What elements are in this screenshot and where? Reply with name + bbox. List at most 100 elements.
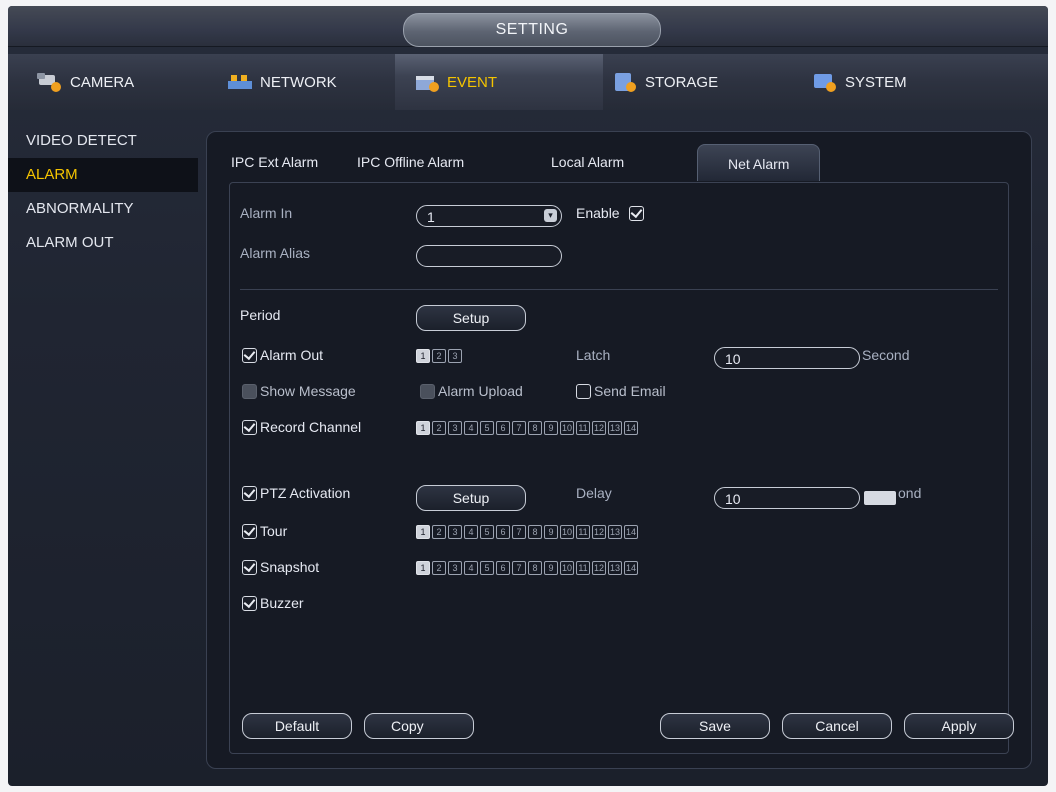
record-channel-4[interactable]: 4 xyxy=(464,421,478,435)
send-email-check-icon xyxy=(576,383,591,399)
record-channel-9[interactable]: 9 xyxy=(544,421,558,435)
record-channel-10[interactable]: 10 xyxy=(560,421,574,435)
snapshot-channel-4[interactable]: 4 xyxy=(464,561,478,575)
tab-camera-label: CAMERA xyxy=(70,73,135,91)
snapshot-channel-8[interactable]: 8 xyxy=(528,561,542,575)
record-channel-8[interactable]: 8 xyxy=(528,421,542,435)
tab-system[interactable]: SYSTEM xyxy=(803,54,981,110)
snapshot-channel-7[interactable]: 7 xyxy=(512,561,526,575)
snapshot-channel-1[interactable]: 1 xyxy=(416,561,430,575)
snapshot-channel-14[interactable]: 14 xyxy=(624,561,638,575)
snapshot-channel-10[interactable]: 10 xyxy=(560,561,574,575)
send-email-checkbox[interactable]: Send Email xyxy=(576,383,666,399)
storage-icon xyxy=(615,73,636,92)
snapshot-label: Snapshot xyxy=(260,559,320,575)
record-channel-3[interactable]: 3 xyxy=(448,421,462,435)
alarm-upload-check-icon xyxy=(420,383,435,399)
alarm-alias-input[interactable] xyxy=(416,245,562,267)
period-setup-button[interactable]: Setup xyxy=(416,305,526,331)
tour-channel-4[interactable]: 4 xyxy=(464,525,478,539)
window-title: SETTING xyxy=(403,13,661,47)
record-channel-2[interactable]: 2 xyxy=(432,421,446,435)
enable-checkbox[interactable]: Enable xyxy=(576,205,644,221)
snapshot-channel-2[interactable]: 2 xyxy=(432,561,446,575)
tab-storage[interactable]: STORAGE xyxy=(603,54,781,110)
record-channel-checkbox[interactable]: Record Channel xyxy=(242,419,361,435)
subtab-net-alarm[interactable]: Net Alarm xyxy=(697,144,821,181)
alarm-in-select[interactable]: 1 ▾ xyxy=(416,205,562,227)
latch-unit: Second xyxy=(862,347,910,363)
keyboard-icon[interactable] xyxy=(864,491,896,505)
tour-channels: 1 2 3 4 5 6 7 8 9 10 11 12 13 14 xyxy=(416,525,638,539)
show-message-checkbox[interactable]: Show Message xyxy=(242,383,356,399)
record-channel-5[interactable]: 5 xyxy=(480,421,494,435)
nav-item-alarm-out[interactable]: ALARM OUT xyxy=(8,226,198,260)
buzzer-checkbox[interactable]: Buzzer xyxy=(242,595,304,611)
tour-channel-14[interactable]: 14 xyxy=(624,525,638,539)
tab-event-label: EVENT xyxy=(447,73,498,91)
record-channel-label: Record Channel xyxy=(260,419,362,435)
alarm-out-channel-1[interactable]: 1 xyxy=(416,349,430,363)
alarm-out-channels: 1 2 3 xyxy=(416,349,462,363)
alarm-out-checkbox[interactable]: Alarm Out xyxy=(242,347,323,363)
tour-channel-7[interactable]: 7 xyxy=(512,525,526,539)
snapshot-channel-12[interactable]: 12 xyxy=(592,561,606,575)
ptz-activation-checkbox[interactable]: PTZ Activation xyxy=(242,485,350,501)
snapshot-channel-9[interactable]: 9 xyxy=(544,561,558,575)
record-channel-1[interactable]: 1 xyxy=(416,421,430,435)
subtab-ipc-offline-alarm[interactable]: IPC Offline Alarm xyxy=(357,154,464,170)
alarm-in-value: 1 xyxy=(427,209,435,225)
snapshot-channel-5[interactable]: 5 xyxy=(480,561,494,575)
ptz-setup-button[interactable]: Setup xyxy=(416,485,526,511)
nav-item-alarm[interactable]: ALARM xyxy=(8,158,198,192)
show-message-label: Show Message xyxy=(260,383,356,399)
tab-event[interactable]: EVENT xyxy=(395,54,603,110)
tour-channel-11[interactable]: 11 xyxy=(576,525,590,539)
subtab-ipc-ext-alarm[interactable]: IPC Ext Alarm xyxy=(231,154,318,170)
tour-channel-5[interactable]: 5 xyxy=(480,525,494,539)
tour-channel-9[interactable]: 9 xyxy=(544,525,558,539)
tour-channel-6[interactable]: 6 xyxy=(496,525,510,539)
tour-channel-10[interactable]: 10 xyxy=(560,525,574,539)
delay-input[interactable]: 10 xyxy=(714,487,860,509)
nav-item-abnormality[interactable]: ABNORMALITY xyxy=(8,192,198,226)
record-channel-12[interactable]: 12 xyxy=(592,421,606,435)
tab-network-label: NETWORK xyxy=(260,73,337,91)
alarm-upload-checkbox[interactable]: Alarm Upload xyxy=(420,383,523,399)
snapshot-checkbox[interactable]: Snapshot xyxy=(242,559,319,575)
record-channel-6[interactable]: 6 xyxy=(496,421,510,435)
record-channel-14[interactable]: 14 xyxy=(624,421,638,435)
default-button[interactable]: Default xyxy=(242,713,352,739)
tour-channel-3[interactable]: 3 xyxy=(448,525,462,539)
tour-channel-2[interactable]: 2 xyxy=(432,525,446,539)
snapshot-channel-3[interactable]: 3 xyxy=(448,561,462,575)
snapshot-channel-6[interactable]: 6 xyxy=(496,561,510,575)
latch-input[interactable]: 10 xyxy=(714,347,860,369)
cancel-button[interactable]: Cancel xyxy=(782,713,892,739)
nav-item-video-detect[interactable]: VIDEO DETECT xyxy=(8,124,198,158)
record-channel-13[interactable]: 13 xyxy=(608,421,622,435)
record-channel-11[interactable]: 11 xyxy=(576,421,590,435)
record-channel-7[interactable]: 7 xyxy=(512,421,526,435)
tab-camera[interactable]: CAMERA xyxy=(28,54,206,110)
buzzer-check-icon xyxy=(242,595,257,611)
tour-channel-8[interactable]: 8 xyxy=(528,525,542,539)
alarm-in-label: Alarm In xyxy=(240,205,293,221)
alarm-out-label: Alarm Out xyxy=(260,347,324,363)
tour-channel-12[interactable]: 12 xyxy=(592,525,606,539)
subtab-local-alarm[interactable]: Local Alarm xyxy=(551,154,624,170)
title-bar: SETTING xyxy=(8,6,1048,47)
alarm-out-channel-3[interactable]: 3 xyxy=(448,349,462,363)
snapshot-channel-13[interactable]: 13 xyxy=(608,561,622,575)
copy-button[interactable]: Copy xyxy=(364,713,474,739)
alarm-out-channel-2[interactable]: 2 xyxy=(432,349,446,363)
tour-channel-1[interactable]: 1 xyxy=(416,525,430,539)
apply-button[interactable]: Apply xyxy=(904,713,1014,739)
tour-checkbox[interactable]: Tour xyxy=(242,523,287,539)
snapshot-channel-11[interactable]: 11 xyxy=(576,561,590,575)
tour-channel-13[interactable]: 13 xyxy=(608,525,622,539)
delay-label: Delay xyxy=(576,485,612,501)
save-button[interactable]: Save xyxy=(660,713,770,739)
tab-network[interactable]: NETWORK xyxy=(218,54,396,110)
record-channel-check-icon xyxy=(242,419,257,435)
